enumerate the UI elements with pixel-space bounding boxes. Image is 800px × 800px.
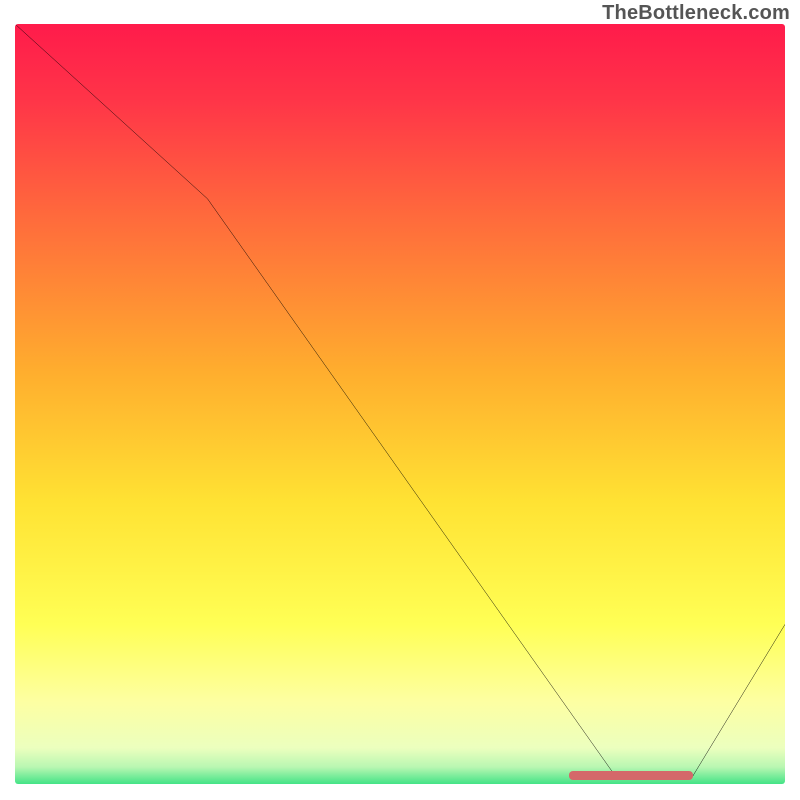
plot-area [15, 24, 785, 784]
chart-container: TheBottleneck.com [0, 0, 800, 800]
curve-line [15, 24, 785, 784]
attribution-label: TheBottleneck.com [602, 2, 790, 25]
optimal-range-marker [569, 771, 692, 780]
